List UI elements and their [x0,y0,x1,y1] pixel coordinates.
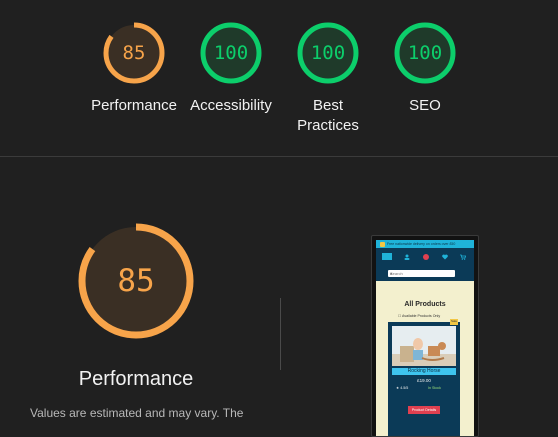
section-divider [0,156,558,157]
seo-label: SEO [409,97,441,114]
product-card[interactable]: Sale Rocking Horse £19.00 ★ 4.5/5 In Sto… [388,319,460,436]
best-practices-gauge[interactable]: 100 [295,20,361,86]
accessibility-gauge[interactable]: 100 [198,20,264,86]
sale-badge: Sale [450,319,458,325]
delivery-icon [380,241,385,247]
seo-score: 100 [407,42,443,64]
heart-icon [442,254,448,260]
final-screenshot[interactable]: Free nationwide delivery on orders over … [371,235,479,437]
best-practices-label: Best Practices [297,97,359,134]
vertical-separator [280,298,281,370]
estimate-note: Values are estimated and may vary. The [30,406,244,420]
products-section: All Products ☐ Available Products Only S… [376,281,474,436]
product-rating: ★ 4.5/5 [396,386,409,390]
performance-detail-score: 85 [117,263,155,299]
performance-detail-gauge: 85 [76,221,196,341]
cart-icon [460,254,466,260]
product-image [392,326,456,366]
seo-gauge[interactable]: 100 [392,20,458,86]
account-icon [404,254,410,260]
available-filter-label: Available Products Only [402,314,441,318]
performance-score: 85 [122,42,146,64]
performance-detail-title: Performance [78,368,194,390]
score-summary: 85 Performance 100 Accessibility 100 Bes… [0,0,558,156]
accessibility-label: Accessibility [190,97,272,114]
promo-banner: Free nationwide delivery on orders over … [376,240,474,248]
promo-text: Free nationwide delivery on orders over … [387,242,456,246]
performance-label: Performance [91,97,177,114]
best-practices-score: 100 [310,42,346,64]
product-details-button[interactable]: Product Details [408,406,440,414]
rocking-horse-photo [392,326,456,366]
logo-icon [382,253,392,260]
accessibility-score: 100 [213,42,249,64]
product-stock: In Stock [428,386,441,390]
search-icon: ⌕ [390,271,393,276]
toy-icon [423,254,429,260]
performance-gauge[interactable]: 85 [101,20,167,86]
search-input[interactable]: Search ⌕ [388,270,455,277]
available-filter[interactable]: ☐ Available Products Only [398,314,440,318]
product-name: Rocking Horse [392,368,456,375]
product-price: £19.00 [417,378,431,383]
products-heading: All Products [404,301,446,308]
